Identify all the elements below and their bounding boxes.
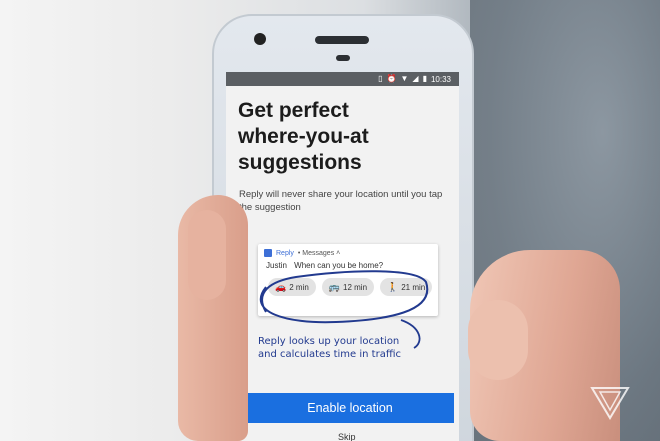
annotation-note: Reply looks up your location and calcula… <box>258 336 401 360</box>
suggestion-chip-drive[interactable]: 🚗 2 min <box>268 278 316 296</box>
enable-location-button[interactable]: Enable location <box>246 393 454 423</box>
battery-icon: ▮ <box>422 74 427 83</box>
status-time: 10:33 <box>430 74 451 84</box>
earpiece-speaker <box>315 36 369 44</box>
status-bar: ▯ ⏰ ▼ ◢ ▮ 10:33 <box>226 72 459 86</box>
notification-card[interactable]: Reply • Messages ˄ Justin When can you b… <box>258 244 438 316</box>
onboarding-subtitle: Reply will never share your location unt… <box>239 189 443 213</box>
notification-header: Reply • Messages ˄ <box>258 244 438 257</box>
left-finger <box>188 210 226 300</box>
publisher-logo-icon <box>590 387 630 420</box>
car-icon: 🚗 <box>275 281 287 292</box>
chip-label: 12 min <box>343 282 368 292</box>
message-sender: Justin <box>266 261 287 270</box>
notification-app-name: Reply <box>276 249 294 257</box>
notification-source: • Messages ˄ <box>297 249 341 257</box>
chip-label: 2 min <box>289 282 309 292</box>
bus-icon: 🚌 <box>328 281 340 292</box>
suggestion-chips: 🚗 2 min 🚌 12 min 🚶 21 min <box>258 270 438 296</box>
alarm-icon: ⏰ <box>386 74 397 83</box>
wifi-icon: ▼ <box>400 74 409 83</box>
front-camera <box>254 33 266 45</box>
suggestion-chip-walk[interactable]: 🚶 21 min <box>380 278 433 296</box>
reply-app-icon <box>264 249 272 257</box>
notification-message: Justin When can you be home? <box>258 257 438 270</box>
onboarding-title: Get perfect where-you-at suggestions <box>238 99 369 174</box>
chip-label: 21 min <box>401 282 426 292</box>
vibrate-icon: ▯ <box>378 74 383 83</box>
proximity-sensor <box>336 55 350 61</box>
signal-icon: ◢ <box>412 74 419 83</box>
right-thumb <box>468 300 528 380</box>
message-text: When can you be home? <box>294 261 384 270</box>
suggestion-chip-transit[interactable]: 🚌 12 min <box>321 278 375 296</box>
phone-screen: ▯ ⏰ ▼ ◢ ▮ 10:33 Get perfect where-you-at… <box>226 72 459 441</box>
walk-icon: 🚶 <box>387 281 399 292</box>
skip-link[interactable]: Skip <box>338 432 356 441</box>
